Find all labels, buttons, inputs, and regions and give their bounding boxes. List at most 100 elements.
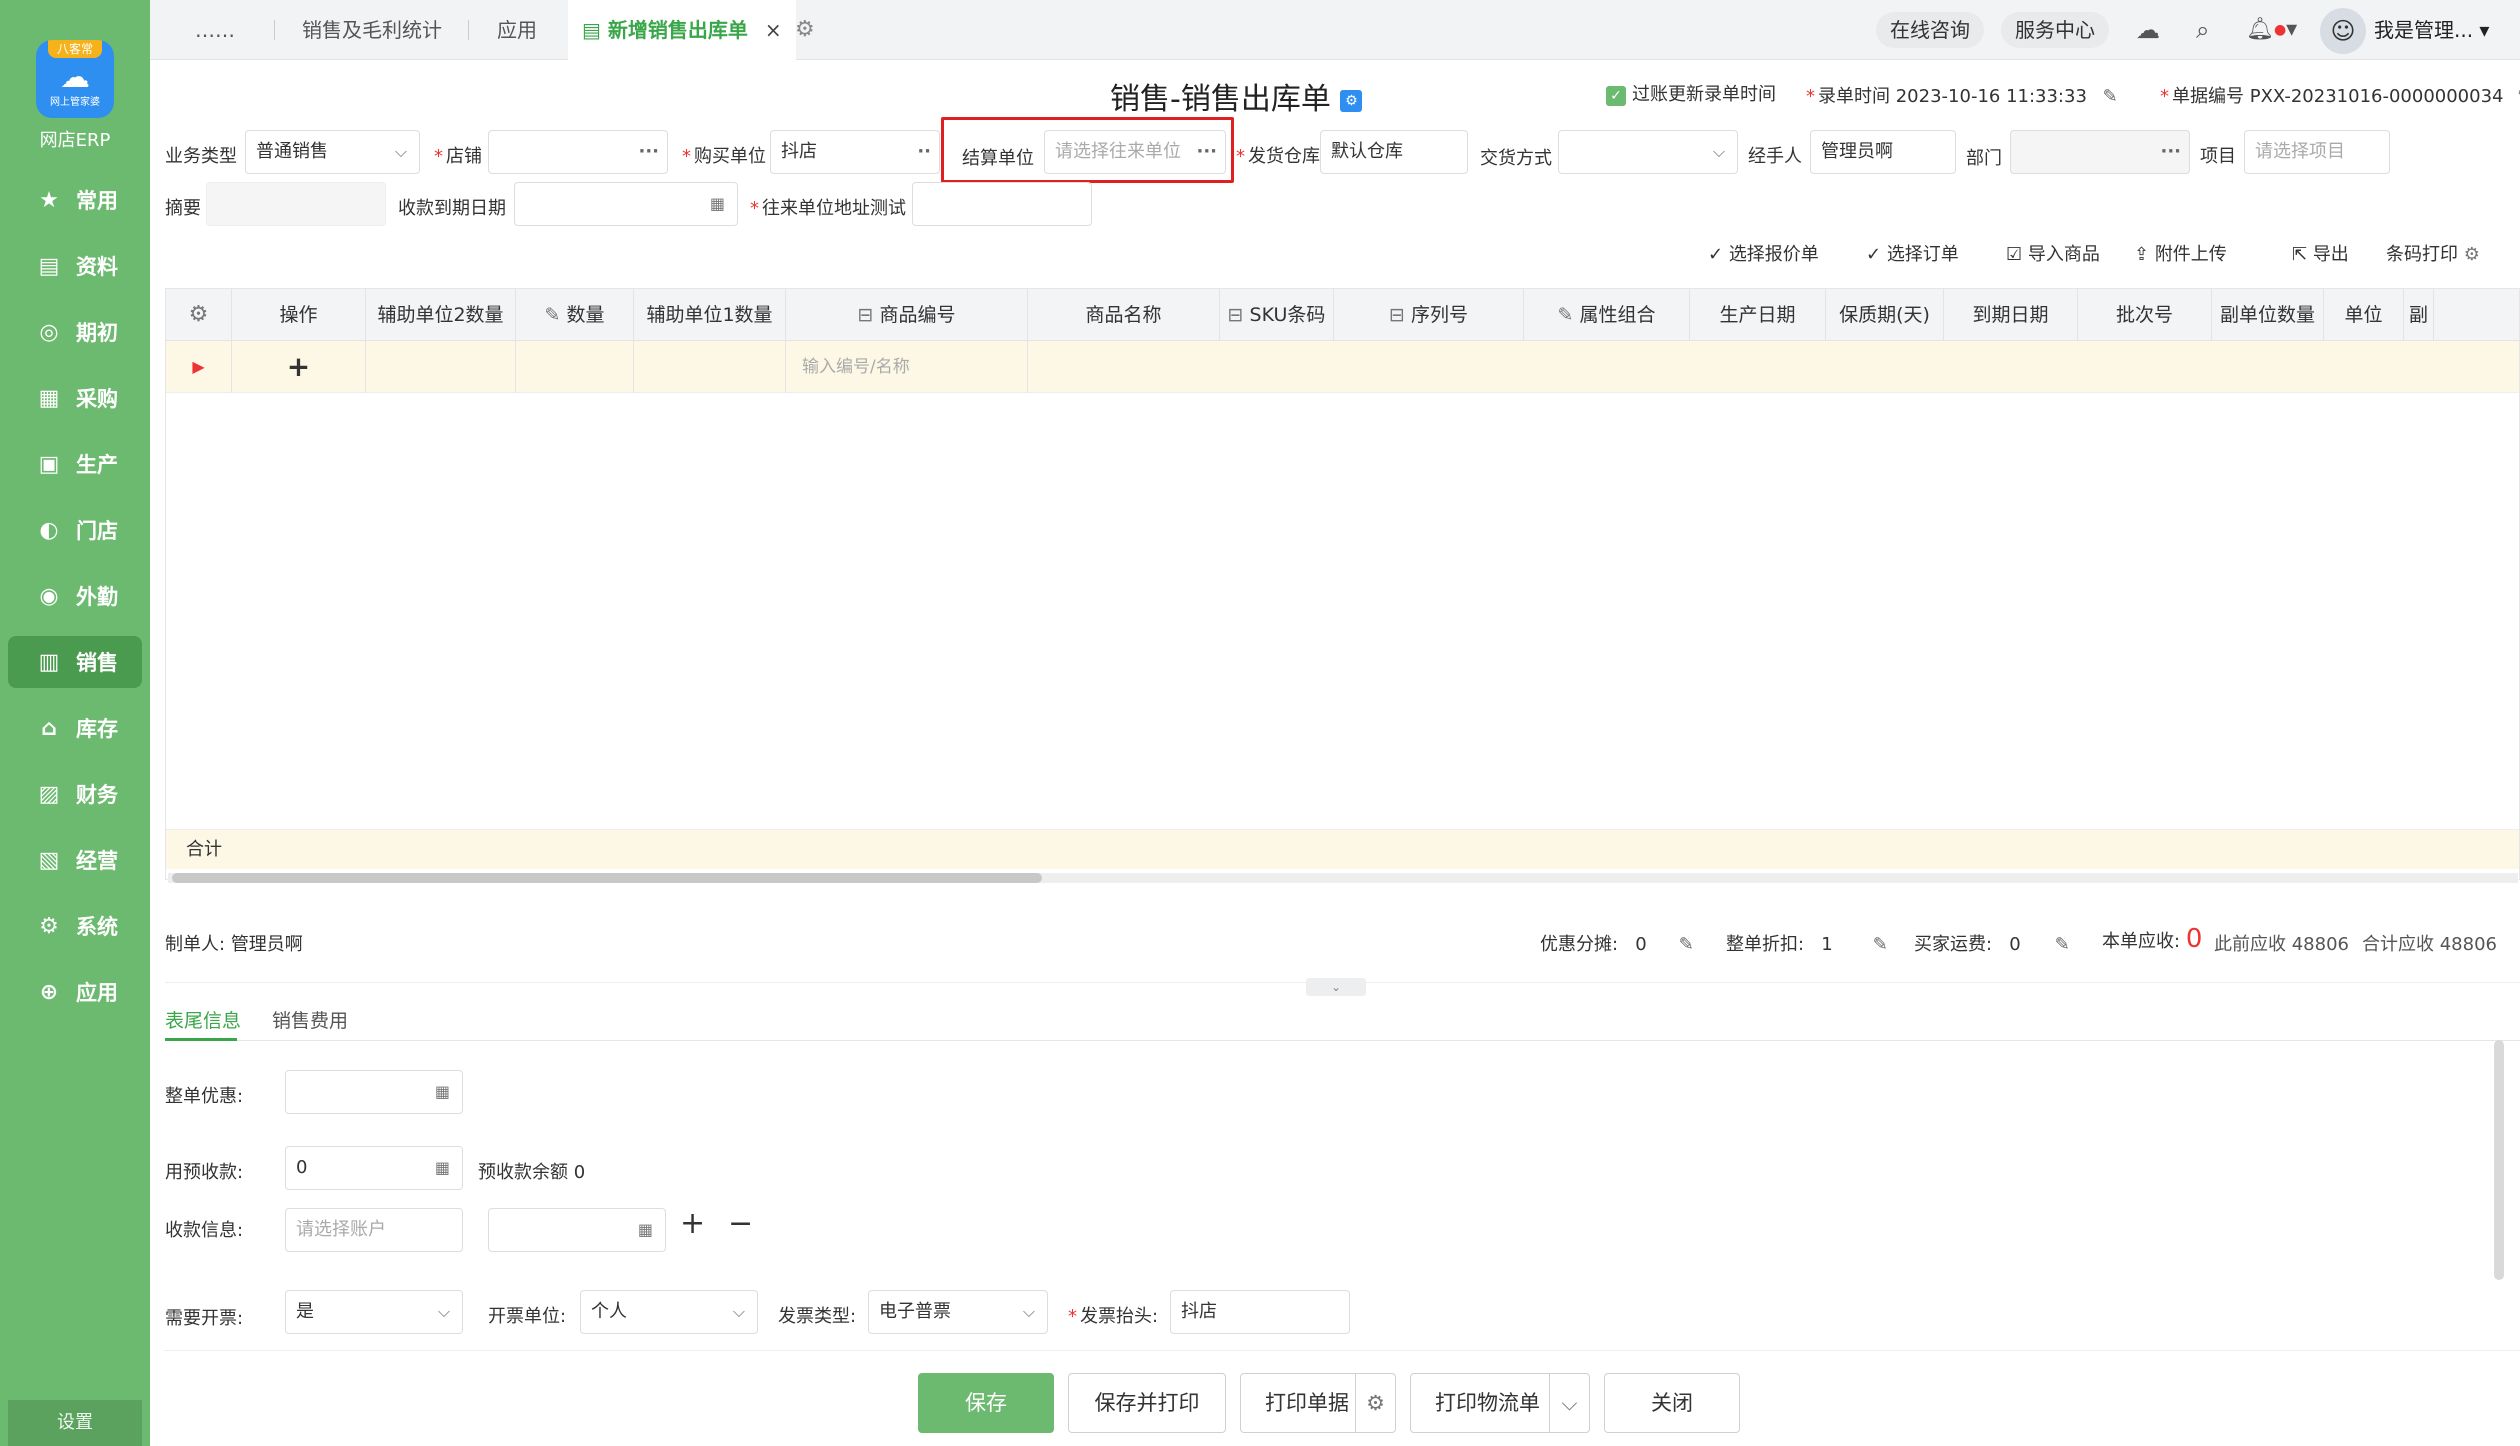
sidebar-item-8[interactable]: ⌂ 库存: [8, 702, 142, 754]
sidebar-item-5[interactable]: ◐ 门店: [8, 504, 142, 556]
tab-settings-gear-icon[interactable]: ⚙: [795, 0, 815, 60]
user-menu[interactable]: 我是管理... ▾: [2374, 0, 2489, 60]
add-receipt-plus-icon[interactable]: +: [680, 1206, 705, 1241]
gear-icon[interactable]: ⚙: [2464, 244, 2480, 265]
tab-tail-info[interactable]: 表尾信息: [165, 1006, 241, 1033]
sidebar-item-9[interactable]: ▨ 财务: [8, 768, 142, 820]
column-header[interactable]: 副: [2404, 289, 2434, 341]
column-header[interactable]: ✎ 数量: [516, 289, 634, 341]
column-header[interactable]: 批次号: [2078, 289, 2212, 341]
biz-type-select[interactable]: 普通销售 ⌵: [245, 130, 420, 174]
buyer-input[interactable]: 抖店 ··: [770, 130, 940, 174]
invoice-title-input[interactable]: 抖店: [1170, 1290, 1350, 1334]
column-header[interactable]: ⊟ 商品编号: [786, 289, 1028, 341]
close-button[interactable]: 关闭: [1604, 1373, 1740, 1433]
chevron-down-icon[interactable]: ⌵: [1549, 1374, 1589, 1432]
import-goods-button[interactable]: ☑ 导入商品: [2006, 240, 2100, 266]
column-header[interactable]: ✎ 属性组合: [1524, 289, 1690, 341]
add-row-plus-icon[interactable]: +: [232, 341, 366, 393]
more-icon[interactable]: ···: [2160, 131, 2181, 173]
warehouse-input[interactable]: 默认仓库: [1320, 130, 1468, 174]
column-settings-gear-icon[interactable]: ⚙: [166, 289, 232, 341]
sidebar-item-7[interactable]: ▥ 销售: [8, 636, 142, 688]
column-header[interactable]: 单位: [2324, 289, 2404, 341]
column-header[interactable]: 辅助单位2数量: [366, 289, 516, 341]
sidebar-item-4[interactable]: ▣ 生产: [8, 438, 142, 490]
avatar[interactable]: ☺: [2320, 8, 2366, 54]
shop-input[interactable]: ···: [488, 130, 668, 174]
search-icon[interactable]: ⌕: [2196, 0, 2209, 60]
cloud-download-icon[interactable]: ☁: [2136, 0, 2160, 60]
account-select[interactable]: 请选择账户: [285, 1208, 463, 1252]
tab-apps[interactable]: 应用: [497, 0, 537, 60]
sidebar-item-11[interactable]: ⚙ 系统: [8, 900, 142, 952]
service-center-button[interactable]: 服务中心: [2001, 12, 2109, 48]
sidebar-item-2[interactable]: ◎ 期初: [8, 306, 142, 358]
edit-icon[interactable]: ✎: [2103, 86, 2118, 107]
app-logo[interactable]: 八客常 ☁ 网上管家婆: [36, 40, 114, 118]
vertical-scrollbar[interactable]: [2494, 1040, 2504, 1280]
calculator-icon[interactable]: ▦: [638, 1209, 653, 1251]
edit-icon[interactable]: ✎: [1873, 934, 1888, 955]
sidebar-item-12[interactable]: ⊕ 应用: [8, 966, 142, 1018]
scrollbar-thumb[interactable]: [172, 873, 1042, 883]
prepay-input[interactable]: 0 ▦: [285, 1146, 463, 1190]
close-icon[interactable]: ×: [765, 18, 782, 42]
sidebar-item-0[interactable]: ★ 常用: [8, 174, 142, 226]
settings-button[interactable]: 设置: [8, 1400, 142, 1446]
dept-input[interactable]: ···: [2010, 130, 2190, 174]
more-icon[interactable]: ··: [917, 131, 931, 173]
calculator-icon[interactable]: ▦: [435, 1071, 450, 1113]
tab-sales-profit-stats[interactable]: 销售及毛利统计: [302, 0, 442, 60]
select-order-button[interactable]: ✓ 选择订单: [1866, 240, 1959, 266]
settings-icon[interactable]: ⚙: [1340, 89, 1363, 112]
delivery-select[interactable]: ⌵: [1558, 130, 1738, 174]
invoice-unit-select[interactable]: 个人 ⌵: [580, 1290, 758, 1334]
collapse-chevron-icon[interactable]: ⌄: [1306, 978, 1366, 996]
invoice-need-select[interactable]: 是 ⌵: [285, 1290, 463, 1334]
column-header[interactable]: ⊟ SKU条码: [1220, 289, 1334, 341]
tab-more[interactable]: ……: [195, 0, 235, 60]
save-and-print-button[interactable]: 保存并打印: [1068, 1373, 1226, 1433]
column-header[interactable]: 保质期(天): [1826, 289, 1944, 341]
bell-icon[interactable]: 🔔︎●▾: [2246, 0, 2297, 60]
receipt-amount-input[interactable]: ▦: [488, 1208, 666, 1252]
column-header[interactable]: 商品名称: [1028, 289, 1220, 341]
column-header[interactable]: 到期日期: [1944, 289, 2078, 341]
calculator-icon[interactable]: ▦: [435, 1147, 450, 1189]
cell[interactable]: [516, 341, 634, 393]
handler-input[interactable]: 管理员啊: [1810, 130, 1956, 174]
column-header[interactable]: 辅助单位1数量: [634, 289, 786, 341]
column-header[interactable]: 操作: [232, 289, 366, 341]
tab-new-sales-outbound[interactable]: ▤ 新增销售出库单 ×: [568, 0, 796, 60]
cell[interactable]: [366, 341, 516, 393]
print-settings-gear-icon[interactable]: ⚙: [1355, 1374, 1395, 1432]
edit-icon[interactable]: ✎: [1679, 934, 1694, 955]
update-time-option[interactable]: ✓ 过账更新录单时间: [1606, 80, 1776, 106]
edit-icon[interactable]: ✎: [2055, 934, 2070, 955]
calendar-icon[interactable]: ▦: [710, 183, 725, 225]
save-button[interactable]: 保存: [918, 1373, 1054, 1433]
cell[interactable]: [634, 341, 786, 393]
goods-code-input[interactable]: 输入编号/名称: [786, 341, 1028, 393]
print-logistics-button[interactable]: 打印物流单 ⌵: [1410, 1373, 1590, 1433]
print-bill-button[interactable]: 打印单据 ⚙: [1240, 1373, 1396, 1433]
checkbox-checked-icon[interactable]: ✓: [1606, 86, 1626, 106]
export-button[interactable]: ⇱ 导出: [2292, 240, 2349, 266]
remove-receipt-minus-icon[interactable]: −: [728, 1206, 753, 1241]
column-header[interactable]: ⊟ 序列号: [1334, 289, 1524, 341]
tab-sales-fee[interactable]: 销售费用: [272, 1006, 348, 1033]
more-icon[interactable]: ···: [638, 131, 659, 173]
attach-upload-button[interactable]: ⇪ 附件上传: [2134, 240, 2227, 266]
select-quote-button[interactable]: ✓ 选择报价单: [1708, 240, 1819, 266]
sidebar-item-10[interactable]: ▧ 经营: [8, 834, 142, 886]
column-header[interactable]: 副单位数量: [2212, 289, 2324, 341]
online-consult-button[interactable]: 在线咨询: [1876, 12, 1984, 48]
summary-input[interactable]: [206, 182, 386, 226]
barcode-print-button[interactable]: 条码打印 ⚙: [2386, 240, 2480, 266]
whole-off-input[interactable]: ▦: [285, 1070, 463, 1114]
sidebar-item-3[interactable]: ▦ 采购: [8, 372, 142, 424]
address-input[interactable]: [912, 182, 1092, 226]
sidebar-item-1[interactable]: ▤ 资料: [8, 240, 142, 292]
column-header[interactable]: 生产日期: [1690, 289, 1826, 341]
